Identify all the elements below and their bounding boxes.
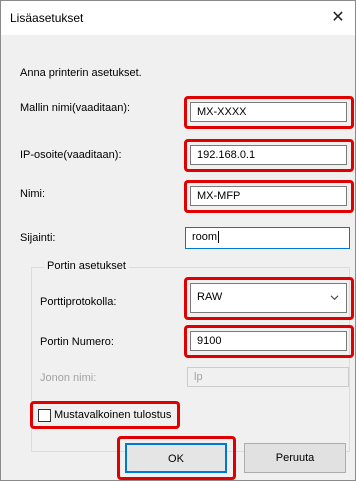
port-protocol-label: Porttiprotokolla: bbox=[40, 296, 117, 308]
queue-name-label: Jonon nimi: bbox=[40, 372, 97, 384]
queue-name-field: lp bbox=[187, 367, 349, 387]
monochrome-checkbox-highlight bbox=[30, 401, 180, 429]
instruction-text: Anna printerin asetukset. bbox=[20, 67, 142, 79]
dialog-window: Lisäasetukset ✕ Anna printerin asetukset… bbox=[0, 0, 356, 481]
port-settings-title: Portin asetukset bbox=[44, 260, 129, 272]
port-number-highlight bbox=[184, 325, 354, 358]
name-highlight bbox=[184, 180, 354, 213]
location-field[interactable]: room bbox=[185, 227, 350, 249]
name-label: Nimi: bbox=[20, 188, 46, 200]
ip-address-highlight bbox=[184, 139, 354, 172]
cancel-button[interactable]: Peruuta bbox=[244, 443, 346, 473]
location-label: Sijainti: bbox=[20, 232, 56, 244]
location-field-value: room bbox=[192, 231, 218, 243]
port-number-label: Portin Numero: bbox=[40, 336, 114, 348]
model-name-highlight bbox=[184, 96, 354, 129]
model-name-label: Mallin nimi(vaaditaan): bbox=[20, 102, 131, 114]
ok-button-highlight bbox=[117, 436, 236, 480]
port-protocol-highlight bbox=[184, 277, 354, 320]
window-title: Lisäasetukset bbox=[10, 11, 84, 25]
close-icon[interactable]: ✕ bbox=[321, 1, 355, 35]
ip-address-label: IP-osoite(vaaditaan): bbox=[20, 149, 122, 161]
title-bar: Lisäasetukset ✕ bbox=[1, 1, 355, 35]
text-caret bbox=[218, 231, 220, 244]
